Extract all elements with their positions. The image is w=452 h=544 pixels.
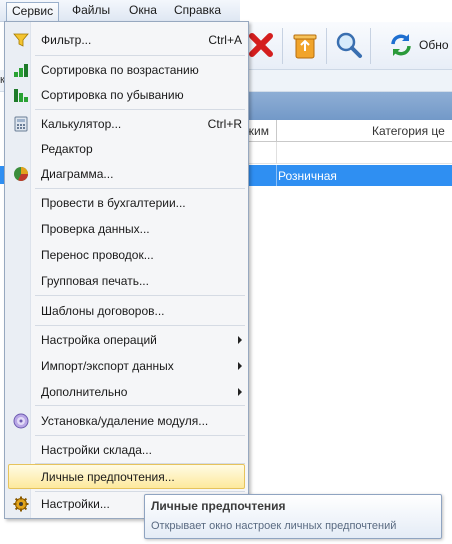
shortcut-label: Ctrl+A <box>208 33 242 47</box>
tooltip: Личные предпочтения Открывает окно настр… <box>144 494 442 539</box>
service-dropdown-menu: Фильтр... Ctrl+A Сортировка по возрастан… <box>4 21 249 519</box>
filter-icon <box>13 32 29 48</box>
tooltip-description: Открывает окно настроек личных предпочте… <box>151 520 397 532</box>
tooltip-title: Личные предпочтения <box>151 499 286 513</box>
toolbar-separator <box>370 28 371 64</box>
settings-gear-icon <box>13 496 29 512</box>
menu-item-chart[interactable]: Диаграмма... <box>8 162 245 186</box>
menu-item-batch-print[interactable]: Групповая печать... <box>8 269 245 293</box>
menu-item-sort-descending[interactable]: Сортировка по убыванию <box>8 83 245 107</box>
cell-price-category: Розничная <box>278 169 337 183</box>
menu-item-filter[interactable]: Фильтр... Ctrl+A <box>8 28 245 52</box>
menu-item-install-module[interactable]: Установка/удаление модуля... <box>8 409 245 433</box>
menu-service[interactable]: Сервис <box>6 2 60 21</box>
refresh-label[interactable]: Обно <box>419 38 449 52</box>
menu-item-warehouse-settings[interactable]: Настройки склада... <box>8 438 245 462</box>
sort-ascending-icon <box>13 62 29 78</box>
menu-item-additional[interactable]: Дополнительно <box>8 380 245 404</box>
menu-item-contract-templates[interactable]: Шаблоны договоров... <box>8 299 245 323</box>
menu-item-personal-preferences[interactable]: Личные предпочтения... <box>8 464 245 489</box>
menu-help[interactable]: Справка <box>169 2 226 21</box>
column-divider <box>276 120 277 142</box>
menu-item-sort-ascending[interactable]: Сортировка по возрастанию <box>8 58 245 82</box>
grid-column-header: жим Категория це <box>240 120 452 142</box>
table-row[interactable] <box>240 142 452 164</box>
menu-separator <box>35 55 245 56</box>
submenu-arrow-icon <box>238 362 242 370</box>
menu-separator <box>35 295 245 296</box>
table-row-selected[interactable]: Розничная <box>240 165 452 186</box>
toolbar-separator <box>282 28 283 64</box>
panel-header <box>240 92 452 120</box>
refresh-icon[interactable] <box>386 30 416 60</box>
shortcut-label: Ctrl+R <box>207 117 242 131</box>
calculator-icon <box>13 116 29 132</box>
sort-descending-icon <box>13 87 29 103</box>
column-header-mode[interactable]: жим <box>246 124 269 138</box>
delete-icon[interactable] <box>246 30 276 60</box>
pie-chart-icon <box>13 166 29 182</box>
menu-item-calculator[interactable]: Калькулятор... Ctrl+R <box>8 112 245 136</box>
menu-item-editor[interactable]: Редактор <box>8 137 245 161</box>
recycle-bin-icon[interactable] <box>290 30 320 60</box>
search-icon[interactable] <box>334 30 364 60</box>
menu-separator <box>35 405 245 406</box>
menu-separator <box>35 188 245 189</box>
menu-separator <box>35 435 245 436</box>
menu-item-operation-settings[interactable]: Настройка операций <box>8 328 245 352</box>
menu-separator <box>35 325 245 326</box>
submenu-arrow-icon <box>238 388 242 396</box>
menu-windows[interactable]: Окна <box>124 2 162 21</box>
menu-bar: Сервис Файлы Окна Справка <box>0 0 240 22</box>
menu-item-post-to-accounting[interactable]: Провести в бухгалтерии... <box>8 191 245 215</box>
column-header-price-category[interactable]: Категория це <box>372 124 445 138</box>
toolbar-separator <box>326 28 327 64</box>
menu-files[interactable]: Файлы <box>67 2 115 21</box>
menu-item-import-export[interactable]: Импорт/экспорт данных <box>8 354 245 378</box>
menu-separator <box>35 109 245 110</box>
submenu-arrow-icon <box>238 336 242 344</box>
menu-item-data-check[interactable]: Проверка данных... <box>8 217 245 241</box>
disc-icon <box>13 413 29 429</box>
menu-item-transfer-entries[interactable]: Перенос проводок... <box>8 243 245 267</box>
